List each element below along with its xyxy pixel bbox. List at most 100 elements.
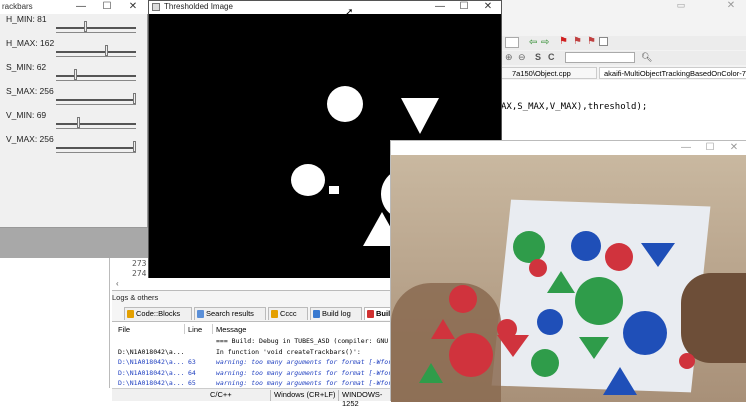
trackbar-track[interactable] <box>56 99 136 101</box>
tab-build-log-label: Build log <box>322 309 351 318</box>
trackbars-titlebar[interactable]: rackbars — ☐ ✕ <box>0 0 148 14</box>
status-language: C/C++ <box>210 390 232 399</box>
symbol-select[interactable] <box>565 52 635 63</box>
trackbar-row: V_MAX: 256 <box>0 134 140 158</box>
editor-tab-1[interactable]: 7a150\Object.cpp <box>501 67 597 79</box>
paper-triangle-green-2 <box>579 337 609 359</box>
trackbar-thumb[interactable] <box>133 141 136 152</box>
paper-circle-red-5 <box>449 333 493 377</box>
log-message-cell[interactable]: warning: too many arguments for format [… <box>216 357 392 368</box>
paper-triangle-blue-2 <box>603 367 637 395</box>
trackbars-minimize-button[interactable]: — <box>68 0 94 14</box>
trackbar-track[interactable] <box>56 75 136 77</box>
back-arrow-icon[interactable]: ⇦ <box>529 37 537 48</box>
ide-window: ▭ ✕ ⇦ ⇨ ⚑ ⚑ ⚑ ⊕ ⊖ S C 🔍︎ 7a150\Object.cp… <box>500 0 746 140</box>
tab-build-messages[interactable]: Buil <box>364 307 392 320</box>
thresholded-maximize-button[interactable]: ☐ <box>451 0 477 14</box>
bookmark-flag-icon[interactable]: ⚑ <box>559 36 568 47</box>
trackbar-thumb[interactable] <box>105 45 108 56</box>
thresholded-titlebar[interactable]: Thresholded Image — ☐ ✕ <box>149 1 501 14</box>
zoom-out-icon[interactable]: ⊖ <box>518 52 526 63</box>
col-header-line[interactable]: Line <box>188 325 202 334</box>
tab-search-results-label: Search results <box>206 309 254 318</box>
camera-minimize-button[interactable]: — <box>673 141 699 155</box>
log-line-cell[interactable]: 63 <box>188 357 196 368</box>
thresholded-close-button[interactable]: ✕ <box>475 0 501 14</box>
trackbar-row: S_MAX: 256 <box>0 86 140 110</box>
ide-toolbar2: ⊕ ⊖ S C 🔍︎ <box>501 51 746 65</box>
paper-circle-red-2 <box>529 259 547 277</box>
trackbar-thumb[interactable] <box>77 117 80 128</box>
line-273: 273 <box>132 259 147 268</box>
paper-triangle-blue-1 <box>641 243 675 267</box>
bookmark-next-icon[interactable]: ⚑ <box>587 36 596 47</box>
paper-circle-green-1 <box>513 231 545 263</box>
camera-close-button[interactable]: ✕ <box>721 141 746 155</box>
log-file-cell[interactable]: D:\N1A018042\a... <box>118 368 184 379</box>
search-results-icon <box>197 310 204 318</box>
build-log-icon <box>313 310 320 318</box>
tab-cccc[interactable]: Cccc <box>268 307 308 320</box>
trackbar-row: H_MIN: 81 <box>0 14 140 38</box>
col-header-message[interactable]: Message <box>216 325 246 334</box>
paper-triangle-green-3 <box>419 363 443 383</box>
trackbar-track[interactable] <box>56 51 136 53</box>
status-bar: C/C++ Windows (CR+LF) WINDOWS-1252 <box>112 388 392 408</box>
paper-circle-blue-4 <box>623 311 667 355</box>
trackbar-row: V_MIN: 69 <box>0 110 140 134</box>
code-line: AX,S_MAX,V_MAX),threshold); <box>501 102 648 112</box>
log-message-cell[interactable]: In function 'void createTrackbars()': <box>216 347 392 358</box>
paper-circle-blue-3 <box>537 309 563 335</box>
ide-close-button[interactable]: ✕ <box>721 0 741 12</box>
tab-codeblocks-label: Code::Blocks <box>136 309 181 318</box>
trackbar-thumb[interactable] <box>84 21 87 32</box>
log-file-cell[interactable]: D:\N1A018042\a... <box>118 347 184 358</box>
trackbar-track-shadow <box>56 80 136 81</box>
blob-circle-2 <box>291 164 325 196</box>
h-scrollbar-left-arrow[interactable]: ‹ <box>116 279 119 288</box>
trackbar-track-shadow <box>56 128 136 129</box>
editor-area[interactable]: AX,S_MAX,V_MAX),threshold); <box>501 80 746 140</box>
spell-icon[interactable]: S <box>535 52 541 62</box>
trackbar-row: H_MAX: 162 <box>0 38 140 62</box>
trackbars-maximize-button[interactable]: ☐ <box>94 0 120 14</box>
status-eol: Windows (CR+LF) <box>274 390 336 399</box>
log-message-cell[interactable]: === Build: Debug in TUBES_ASD (compiler:… <box>216 336 392 347</box>
log-file-cell[interactable]: D:\N1A018042\a... <box>118 357 184 368</box>
paper-circle-green-2 <box>575 277 623 325</box>
paper-triangle-red-1 <box>431 319 455 339</box>
trackbar-thumb[interactable] <box>74 69 77 80</box>
trackbar-track[interactable] <box>56 123 136 125</box>
log-file-cell[interactable] <box>118 336 184 347</box>
editor-tab-2[interactable]: akaifi-MultiObjectTrackingBasedOnColor-7… <box>599 67 746 79</box>
trackbars-close-button[interactable]: ✕ <box>120 0 146 14</box>
log-message-cell[interactable]: warning: too many arguments for format [… <box>216 368 392 379</box>
ide-toolbar-dropdown[interactable] <box>505 37 519 48</box>
bookmark-prev-icon[interactable]: ⚑ <box>573 36 582 47</box>
trackbar-label: V_MIN: 69 <box>6 110 47 120</box>
trackbar-thumb[interactable] <box>133 93 136 104</box>
thresholded-minimize-button[interactable]: — <box>427 0 453 14</box>
search-icon[interactable]: 🔍︎ <box>641 52 652 63</box>
trackbar-label: S_MAX: 256 <box>6 86 54 96</box>
paper-triangle-green-1 <box>547 271 575 293</box>
ide-minimize-button[interactable]: ▭ <box>671 0 691 12</box>
trackbar-track-shadow <box>56 56 136 57</box>
camera-maximize-button[interactable]: ☐ <box>697 141 723 155</box>
case-icon[interactable]: C <box>548 52 555 62</box>
tab-codeblocks[interactable]: Code::Blocks <box>124 307 192 320</box>
log-line-cell[interactable]: 64 <box>188 368 196 379</box>
zoom-in-icon[interactable]: ⊕ <box>505 52 513 63</box>
paper-circle-red-1 <box>605 243 633 271</box>
tab-search-results[interactable]: Search results <box>194 307 266 320</box>
editor-under-area: 273 274 ‹ <box>112 258 150 290</box>
tab-build-log[interactable]: Build log <box>310 307 362 320</box>
build-messages-icon <box>367 310 374 318</box>
trackbar-track[interactable] <box>56 27 136 29</box>
col-header-file[interactable]: File <box>118 325 130 334</box>
bookmark-clear-icon[interactable] <box>599 37 608 46</box>
trackbar-track[interactable] <box>56 147 136 149</box>
trackbar-track-shadow <box>56 104 136 105</box>
forward-arrow-icon[interactable]: ⇨ <box>541 37 549 48</box>
camera-titlebar[interactable]: — ☐ ✕ <box>391 141 746 155</box>
